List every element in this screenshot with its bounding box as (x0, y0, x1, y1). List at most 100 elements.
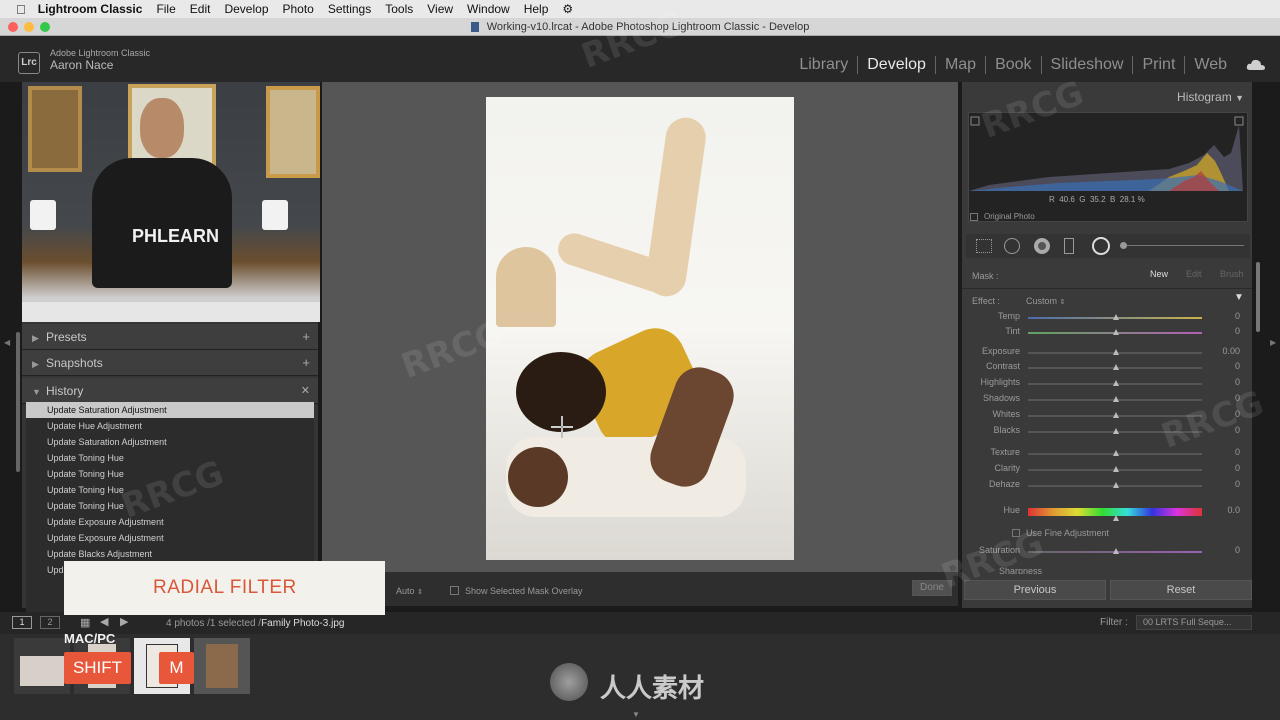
mask-edit-button[interactable]: Edit (1186, 269, 1202, 279)
menu-develop[interactable]: Develop (224, 2, 268, 16)
clarity-slider[interactable]: Clarity 0 (962, 463, 1252, 477)
mask-label: Mask : (972, 271, 999, 281)
graduated-filter-icon[interactable] (1064, 238, 1074, 254)
left-panel-toggle-icon[interactable]: ◀ (4, 338, 10, 347)
thumbnail-image (206, 644, 238, 688)
menu-tools[interactable]: Tools (385, 2, 413, 16)
history-item[interactable]: Update Toning Hue (26, 450, 314, 466)
script-icon[interactable]: ⚙ (562, 2, 573, 16)
add-preset-icon[interactable]: + (302, 324, 310, 350)
effect-collapse-icon[interactable]: ▼ (1234, 292, 1244, 303)
apple-icon[interactable]:  (16, 2, 26, 17)
reset-button[interactable]: Reset (1110, 580, 1252, 600)
auto-mask-dropdown[interactable]: Auto ⇕ (396, 586, 423, 596)
right-panel-scrollbar[interactable] (1256, 262, 1260, 332)
filter-dropdown[interactable]: 00 LRTS Full Seque... (1136, 615, 1252, 630)
module-develop[interactable]: Develop (858, 56, 936, 74)
minimize-window-button[interactable] (24, 22, 34, 32)
spot-removal-icon[interactable] (1004, 238, 1020, 254)
filter-label: Filter : (1100, 617, 1128, 628)
dehaze-slider[interactable]: Dehaze 0 (962, 479, 1252, 493)
exposure-slider[interactable]: Exposure 0.00 (962, 346, 1252, 360)
menu-photo[interactable]: Photo (283, 2, 314, 16)
divider (962, 288, 1252, 289)
product-name: Adobe Lightroom Classic (50, 48, 151, 58)
mask-new-button[interactable]: New (1150, 269, 1168, 279)
presets-label: Presets (46, 330, 87, 344)
history-item[interactable]: Update Blacks Adjustment (26, 546, 314, 562)
history-item[interactable]: Update Saturation Adjustment (26, 402, 314, 418)
filmstrip-collapse-icon[interactable]: ▼ (632, 710, 640, 719)
filmstrip-thumbnail[interactable] (14, 638, 70, 694)
highlight-clipping-icon[interactable] (1234, 116, 1244, 126)
radial-filter-callout: RADIAL FILTER (64, 561, 385, 615)
add-snapshot-icon[interactable]: + (302, 350, 310, 376)
module-book[interactable]: Book (986, 56, 1042, 74)
clear-history-icon[interactable]: ✕ (301, 378, 310, 404)
back-arrow-icon[interactable]: ◀ (100, 615, 108, 628)
presenter-video: PHLEARN (22, 82, 320, 322)
wicker-lamp (496, 247, 556, 327)
module-print[interactable]: Print (1133, 56, 1186, 74)
menu-file[interactable]: File (156, 2, 175, 16)
collapse-triangle-icon: ▼ (1235, 93, 1244, 103)
original-photo-checkbox[interactable] (970, 213, 978, 221)
module-map[interactable]: Map (936, 56, 987, 74)
mask-overlay-checkbox[interactable] (450, 586, 459, 595)
red-eye-icon[interactable] (1034, 238, 1050, 254)
tint-slider[interactable]: Tint 0 (962, 326, 1252, 340)
grid-view-icon[interactable]: ▦ (80, 616, 90, 629)
main-photo[interactable] (486, 97, 794, 560)
filmstrip-thumbnail[interactable] (194, 638, 250, 694)
snapshots-panel-header[interactable]: ▶ Snapshots + (22, 350, 318, 376)
left-panel: PHLEARN ▶ Presets + ▶ Snapshots + ▼ History… (16, 82, 320, 642)
menu-help[interactable]: Help (524, 2, 549, 16)
platform-label: MAC/PC (64, 631, 116, 646)
mask-brush-button[interactable]: Brush (1220, 269, 1244, 279)
left-panel-scrollbar[interactable] (16, 332, 20, 472)
history-item[interactable]: Update Hue Adjustment (26, 418, 314, 434)
menu-app-name[interactable]: Lightroom Classic (38, 2, 143, 16)
cloud-icon[interactable] (1246, 58, 1266, 71)
main-window-button[interactable]: 1 (12, 616, 32, 629)
brush-icon[interactable] (1120, 242, 1127, 249)
tool-strip (966, 234, 1250, 258)
module-library[interactable]: Library (790, 56, 859, 74)
right-panel-toggle-icon[interactable]: ▶ (1270, 338, 1276, 347)
lamp (30, 200, 56, 230)
auto-label: Auto (396, 586, 415, 596)
radial-filter-icon[interactable] (1092, 237, 1110, 255)
menu-settings[interactable]: Settings (328, 2, 371, 16)
texture-slider[interactable]: Texture 0 (962, 447, 1252, 461)
watermark-logo-icon (550, 663, 588, 701)
module-slideshow[interactable]: Slideshow (1042, 56, 1134, 74)
history-panel-header[interactable]: ▼ History ✕ (22, 378, 318, 404)
history-item[interactable]: Update Exposure Adjustment (26, 514, 314, 530)
highlights-slider[interactable]: Highlights 0 (962, 377, 1252, 391)
history-item[interactable]: Update Exposure Adjustment (26, 530, 314, 546)
shadow-clipping-icon[interactable] (970, 116, 980, 126)
histogram-header[interactable]: Histogram ▼ (1177, 90, 1244, 104)
menu-view[interactable]: View (427, 2, 453, 16)
hue-slider[interactable]: Hue 0.0 (962, 505, 1252, 521)
user-name: Aaron Nace (50, 58, 114, 72)
m-key-badge: M (159, 652, 194, 684)
watermark-logo-text: 人人素材 (600, 674, 705, 704)
second-window-button[interactable]: 2 (40, 616, 60, 629)
history-item[interactable]: Update Saturation Adjustment (26, 434, 314, 450)
close-window-button[interactable] (8, 22, 18, 32)
presets-panel-header[interactable]: ▶ Presets + (22, 324, 318, 350)
expand-triangle-icon: ▶ (32, 359, 39, 369)
temp-slider[interactable]: Temp 0 (962, 311, 1252, 325)
menu-window[interactable]: Window (467, 2, 510, 16)
crop-tool-icon[interactable] (976, 239, 992, 253)
forward-arrow-icon[interactable]: ▶ (120, 615, 128, 628)
original-photo-label: Original Photo (984, 212, 1035, 221)
effect-dropdown[interactable]: Custom ⇕ (1026, 296, 1065, 306)
contrast-slider[interactable]: Contrast 0 (962, 361, 1252, 375)
zoom-window-button[interactable] (40, 22, 50, 32)
adjustment-brush-slider[interactable] (1124, 245, 1244, 246)
snapshots-label: Snapshots (46, 356, 103, 370)
menu-edit[interactable]: Edit (190, 2, 211, 16)
module-web[interactable]: Web (1185, 56, 1236, 74)
